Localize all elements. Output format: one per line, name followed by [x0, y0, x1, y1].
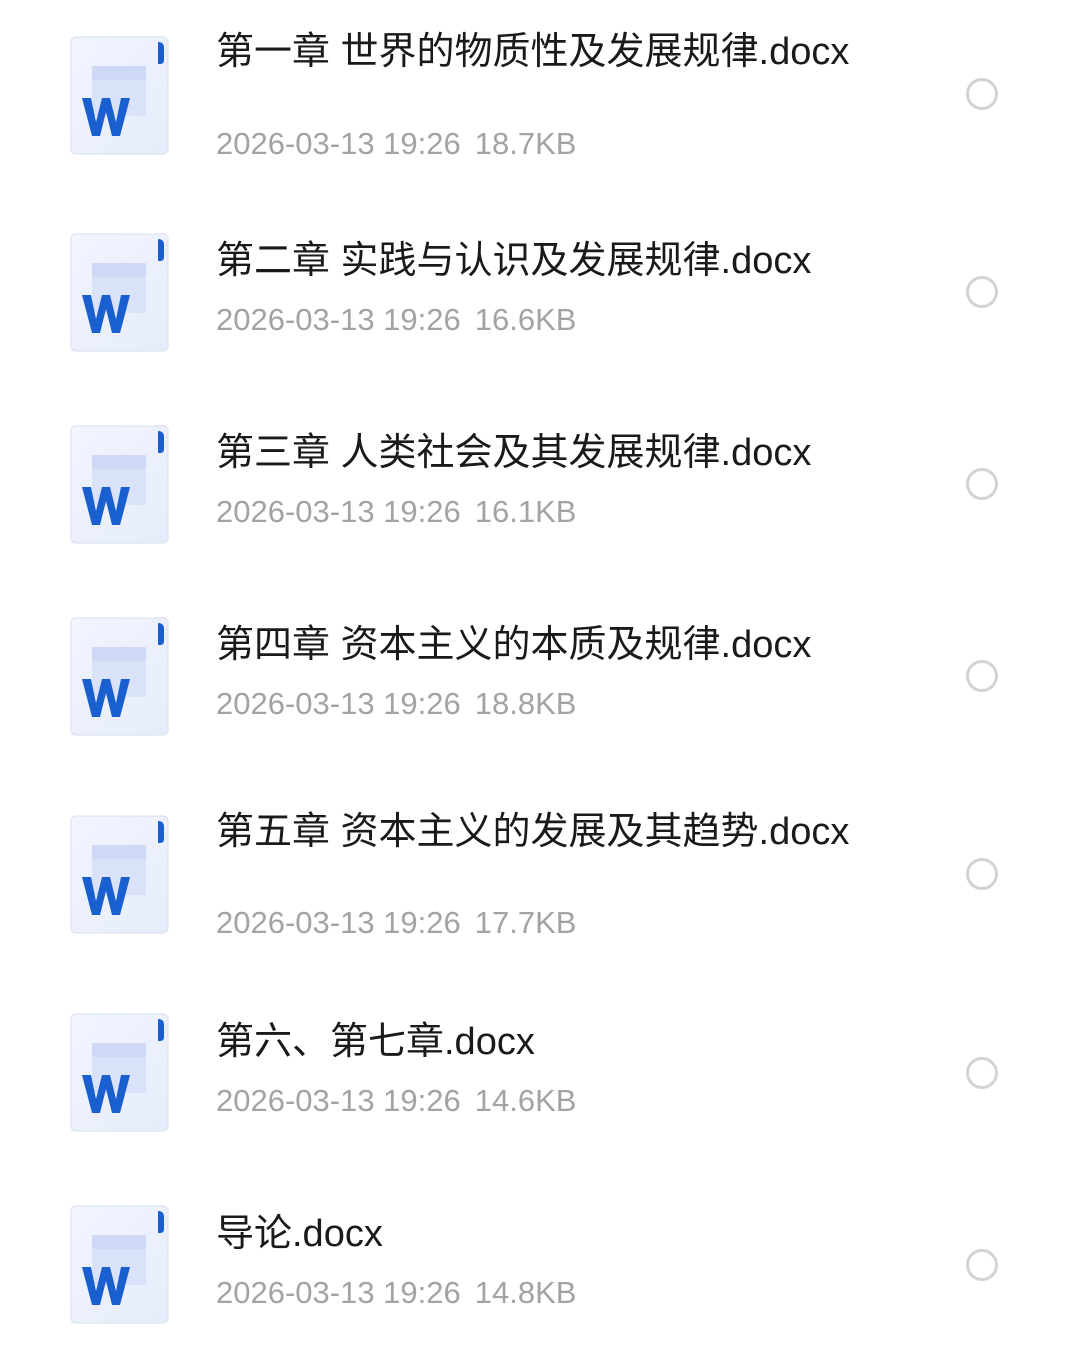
word-doc-icon [70, 617, 170, 737]
word-doc-icon [70, 233, 170, 353]
file-date: 2026-03-13 19:26 [216, 686, 461, 721]
file-date: 2026-03-13 19:26 [216, 302, 461, 337]
file-meta: 2026-03-13 19:26 18.7KB [216, 126, 576, 162]
file-meta: 2026-03-13 19:26 18.8KB [216, 686, 576, 722]
file-size: 18.8KB [474, 686, 577, 721]
file-size: 14.8KB [474, 1275, 577, 1310]
file-size: 16.6KB [474, 302, 577, 337]
file-list: 第一章 世界的物质性及发展规律.docx 2026-03-13 19:26 18.… [0, 0, 1080, 1362]
file-row[interactable]: 第一章 世界的物质性及发展规律.docx 2026-03-13 19:26 18.… [0, 0, 1080, 192]
file-date: 2026-03-13 19:26 [216, 1275, 461, 1310]
file-date: 2026-03-13 19:26 [216, 126, 461, 161]
select-radio[interactable] [966, 660, 998, 692]
file-size: 16.1KB [474, 494, 577, 529]
file-name: 第三章 人类社会及其发展规律.docx [216, 432, 812, 474]
file-row[interactable]: 第二章 实践与认识及发展规律.docx 2026-03-13 19:26 16.6… [0, 192, 1080, 384]
file-name: 第六、第七章.docx [216, 1021, 535, 1063]
file-meta: 2026-03-13 19:26 14.6KB [216, 1083, 576, 1119]
file-name: 第二章 实践与认识及发展规律.docx [216, 240, 812, 282]
word-doc-icon [70, 425, 170, 545]
file-date: 2026-03-13 19:26 [216, 494, 461, 529]
file-name: 导论.docx [216, 1213, 383, 1255]
file-meta: 2026-03-13 19:26 16.6KB [216, 302, 576, 338]
file-row[interactable]: 第四章 资本主义的本质及规律.docx 2026-03-13 19:26 18.8… [0, 576, 1080, 768]
file-meta: 2026-03-13 19:26 14.8KB [216, 1275, 576, 1311]
select-radio[interactable] [966, 858, 998, 890]
word-doc-icon [70, 1013, 170, 1133]
word-doc-icon [70, 815, 170, 935]
file-name: 第五章 资本主义的发展及其趋势.docx [216, 811, 850, 853]
file-date: 2026-03-13 19:26 [216, 905, 461, 940]
file-row[interactable]: 第五章 资本主义的发展及其趋势.docx 2026-03-13 19:26 17.… [0, 768, 1080, 972]
file-row[interactable]: 导论.docx 2026-03-13 19:26 14.8KB [0, 1168, 1080, 1362]
word-doc-icon [70, 36, 170, 156]
file-row[interactable]: 第六、第七章.docx 2026-03-13 19:26 14.6KB [0, 972, 1080, 1168]
select-radio[interactable] [966, 468, 998, 500]
select-radio[interactable] [966, 1057, 998, 1089]
select-radio[interactable] [966, 78, 998, 110]
file-size: 14.6KB [474, 1083, 577, 1118]
file-meta: 2026-03-13 19:26 16.1KB [216, 494, 576, 530]
file-size: 17.7KB [474, 905, 577, 940]
file-name: 第四章 资本主义的本质及规律.docx [216, 624, 812, 666]
select-radio[interactable] [966, 276, 998, 308]
file-name: 第一章 世界的物质性及发展规律.docx [216, 31, 850, 73]
file-date: 2026-03-13 19:26 [216, 1083, 461, 1118]
select-radio[interactable] [966, 1249, 998, 1281]
file-meta: 2026-03-13 19:26 17.7KB [216, 905, 576, 941]
word-doc-icon [70, 1205, 170, 1325]
file-size: 18.7KB [474, 126, 577, 161]
file-row[interactable]: 第三章 人类社会及其发展规律.docx 2026-03-13 19:26 16.1… [0, 384, 1080, 576]
